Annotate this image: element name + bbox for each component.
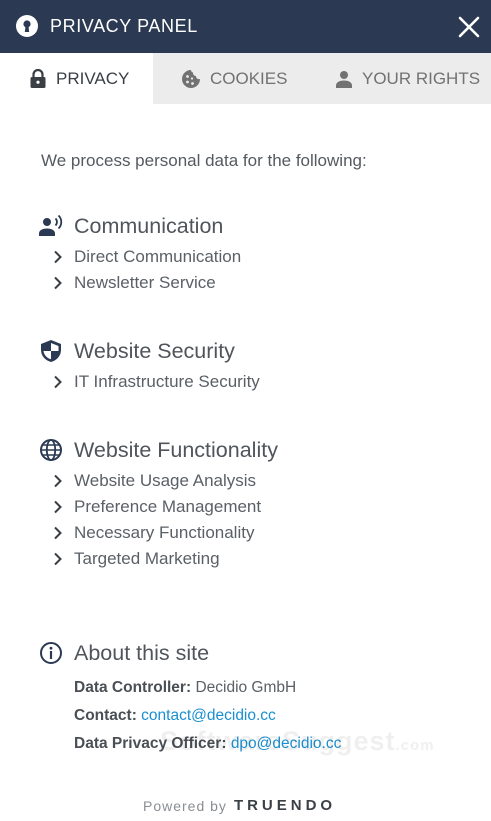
powered-by-text: Powered by	[143, 797, 227, 814]
purpose-item-necessary-functionality[interactable]: Necessary Functionality	[50, 522, 254, 544]
data-controller-label: Data Controller:	[74, 679, 192, 696]
chevron-right-icon	[54, 474, 62, 488]
contact-label: Contact:	[74, 707, 137, 724]
data-controller-row: Data Controller: Decidio GmbH	[74, 678, 296, 698]
speaking-person-icon	[39, 214, 63, 236]
shield-icon	[41, 340, 61, 362]
chevron-right-icon	[54, 500, 62, 514]
chevron-right-icon	[54, 250, 62, 264]
panel-title: PRIVACY PANEL	[50, 16, 198, 36]
tab-your-rights[interactable]: YOUR RIGHTS	[321, 53, 491, 104]
purpose-item-label: Website Usage Analysis	[74, 471, 257, 490]
powered-by-footer: Powered by TRUENDO	[143, 797, 336, 814]
chevron-right-icon	[54, 276, 62, 290]
section-title-about: About this site	[74, 641, 210, 665]
section-title-communication: Communication	[74, 214, 224, 238]
intro-text: We process personal data for the followi…	[41, 151, 367, 170]
cookie-icon	[182, 69, 200, 88]
purpose-item-label: IT Infrastructure Security	[74, 372, 260, 391]
tab-bar: PRIVACY COOKIES YOUR RIGHTS	[0, 53, 491, 104]
tab-cookies[interactable]: COOKIES	[153, 53, 321, 104]
section-title-website-security: Website Security	[74, 339, 235, 363]
info-icon	[40, 642, 62, 664]
tab-label: PRIVACY	[56, 68, 130, 88]
truendo-logo[interactable]: TRUENDO	[234, 797, 336, 814]
watermark: SoftwareSuggest.com	[160, 726, 435, 757]
purpose-item-it-infrastructure-security[interactable]: IT Infrastructure Security	[50, 371, 260, 393]
purpose-item-label: Newsletter Service	[74, 273, 216, 292]
panel-header: PRIVACY PANEL	[0, 0, 491, 53]
tab-label: COOKIES	[210, 68, 288, 88]
chevron-right-icon	[54, 375, 62, 389]
purpose-item-label: Targeted Marketing	[74, 549, 220, 568]
purpose-item-targeted-marketing[interactable]: Targeted Marketing	[50, 548, 220, 570]
purpose-item-label: Preference Management	[74, 497, 262, 516]
watermark-text: SoftwareSuggest	[160, 726, 396, 756]
purpose-item-preference-management[interactable]: Preference Management	[50, 496, 261, 518]
watermark-suffix: .com	[395, 737, 435, 754]
keyhole-icon	[16, 15, 38, 37]
close-icon[interactable]	[456, 14, 482, 40]
tab-label: YOUR RIGHTS	[362, 68, 481, 88]
lock-icon	[30, 68, 46, 88]
data-controller-value: Decidio GmbH	[195, 679, 297, 696]
section-title-website-functionality: Website Functionality	[74, 438, 278, 462]
purpose-item-direct-communication[interactable]: Direct Communication	[50, 246, 241, 268]
tab-privacy[interactable]: PRIVACY	[0, 53, 153, 104]
purpose-item-website-usage-analysis[interactable]: Website Usage Analysis	[50, 470, 256, 492]
purpose-item-newsletter-service[interactable]: Newsletter Service	[50, 272, 216, 294]
person-icon	[336, 70, 352, 88]
globe-icon	[40, 439, 62, 461]
contact-email-link[interactable]: contact@decidio.cc	[141, 707, 276, 724]
chevron-right-icon	[54, 526, 62, 540]
purpose-item-label: Direct Communication	[74, 247, 242, 266]
purpose-item-label: Necessary Functionality	[74, 523, 255, 542]
contact-row: Contact: contact@decidio.cc	[74, 706, 276, 726]
chevron-right-icon	[54, 552, 62, 566]
